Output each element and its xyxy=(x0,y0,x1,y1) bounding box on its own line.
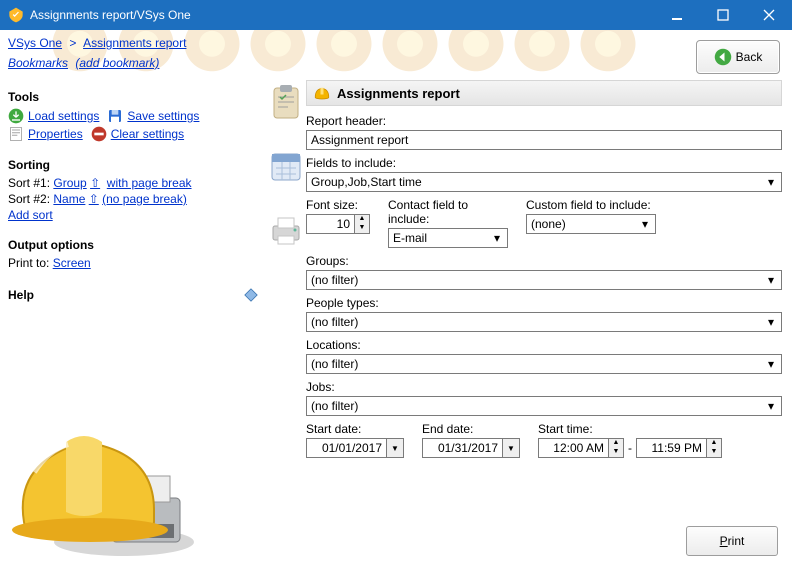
sort-2: Sort #2: Name ⇧ (no page break) xyxy=(8,192,258,206)
start-date-label: Start date: xyxy=(306,422,404,436)
back-button[interactable]: Back xyxy=(696,40,780,74)
pane-header: Assignments report xyxy=(306,80,782,106)
window-close-button[interactable] xyxy=(746,0,792,30)
groups-select[interactable]: (no filter)▾ xyxy=(306,270,782,290)
start-time-from-stepper[interactable]: ▲▼ xyxy=(538,438,624,458)
help-expand-icon[interactable] xyxy=(244,288,258,302)
font-size-stepper[interactable]: ▲▼ xyxy=(306,214,370,234)
sort-1: Sort #1: Group ⇧ with page break xyxy=(8,176,258,190)
printer-icon xyxy=(268,212,304,248)
spin-up-icon[interactable]: ▲ xyxy=(355,215,369,224)
report-header-label: Report header: xyxy=(306,114,782,128)
sort1-field-link[interactable]: Group xyxy=(53,176,86,190)
add-sort-link[interactable]: Add sort xyxy=(8,208,53,222)
print-to-link[interactable]: Screen xyxy=(53,256,91,270)
end-date-label: End date: xyxy=(422,422,520,436)
groups-label: Groups: xyxy=(306,254,782,268)
load-settings-link[interactable]: Load settings xyxy=(8,108,99,124)
save-settings-icon xyxy=(107,108,123,124)
start-time-to-stepper[interactable]: ▲▼ xyxy=(636,438,722,458)
sort2-pagebreak-link[interactable]: (no page break) xyxy=(102,192,187,206)
chevron-down-icon: ▾ xyxy=(763,357,779,371)
breadcrumb-root[interactable]: VSys One xyxy=(8,36,62,50)
sort2-field-link[interactable]: Name xyxy=(53,192,85,206)
chevron-down-icon: ▾ xyxy=(763,315,779,329)
titlebar: Assignments report/VSys One xyxy=(0,0,792,30)
sort1-pagebreak-link[interactable]: with page break xyxy=(107,176,192,190)
back-icon xyxy=(714,48,732,66)
chevron-down-icon: ▾ xyxy=(763,399,779,413)
fields-include-select[interactable]: Group,Job,Start time▾ xyxy=(306,172,782,192)
report-header-input[interactable] xyxy=(306,130,782,150)
save-settings-link[interactable]: Save settings xyxy=(107,108,199,124)
sort1-dir-link[interactable]: ⇧ xyxy=(90,176,100,190)
hardhat-icon xyxy=(313,84,331,102)
sort2-dir-link[interactable]: ⇧ xyxy=(89,192,99,206)
clear-settings-link[interactable]: Clear settings xyxy=(91,126,184,142)
clear-settings-icon xyxy=(91,126,107,142)
add-bookmark-link[interactable]: (add bookmark) xyxy=(75,56,159,70)
calendar-icon xyxy=(268,148,304,184)
bookmarks-link[interactable]: Bookmarks xyxy=(8,56,68,70)
custom-field-select[interactable]: (none)▾ xyxy=(526,214,656,234)
sidebar: Tools Load settings Save settings Proper… xyxy=(0,80,266,568)
tools-header: Tools xyxy=(8,90,258,104)
breadcrumb: VSys One > Assignments report xyxy=(8,36,186,50)
locations-select[interactable]: (no filter)▾ xyxy=(306,354,782,374)
font-size-label: Font size: xyxy=(306,198,370,212)
properties-link[interactable]: Properties xyxy=(8,126,83,142)
chevron-down-icon: ▾ xyxy=(489,231,505,245)
sorting-header: Sorting xyxy=(8,158,258,172)
window-minimize-button[interactable] xyxy=(654,0,700,30)
locations-label: Locations: xyxy=(306,338,782,352)
window-title: Assignments report/VSys One xyxy=(30,8,654,22)
end-date-picker[interactable]: ▼ xyxy=(422,438,520,458)
jobs-select[interactable]: (no filter)▾ xyxy=(306,396,782,416)
custom-field-label: Custom field to include: xyxy=(526,198,656,212)
start-date-picker[interactable]: ▼ xyxy=(306,438,404,458)
breadcrumb-current[interactable]: Assignments report xyxy=(83,36,186,50)
contact-field-select[interactable]: E-mail▾ xyxy=(388,228,508,248)
output-header: Output options xyxy=(8,238,258,252)
properties-icon xyxy=(8,126,24,142)
chevron-down-icon[interactable]: ▼ xyxy=(502,438,520,458)
clipboard-icon xyxy=(268,84,304,120)
chevron-down-icon: ▾ xyxy=(763,273,779,287)
contact-field-label: Contact field to include: xyxy=(388,198,508,226)
report-hero-image xyxy=(4,402,194,562)
main-panel: Assignments report Report header: Fields… xyxy=(306,80,792,568)
window-maximize-button[interactable] xyxy=(700,0,746,30)
app-icon xyxy=(8,7,24,23)
people-types-select[interactable]: (no filter)▾ xyxy=(306,312,782,332)
help-header: Help xyxy=(8,288,34,302)
fields-include-label: Fields to include: xyxy=(306,156,782,170)
chevron-down-icon[interactable]: ▼ xyxy=(386,438,404,458)
print-button[interactable]: Print xyxy=(686,526,778,556)
start-time-label: Start time: xyxy=(538,422,722,436)
spin-down-icon[interactable]: ▼ xyxy=(355,224,369,233)
load-settings-icon xyxy=(8,108,24,124)
chevron-down-icon: ▾ xyxy=(763,175,779,189)
chevron-down-icon: ▾ xyxy=(637,217,653,231)
section-icons xyxy=(266,80,306,568)
people-types-label: People types: xyxy=(306,296,782,310)
jobs-label: Jobs: xyxy=(306,380,782,394)
